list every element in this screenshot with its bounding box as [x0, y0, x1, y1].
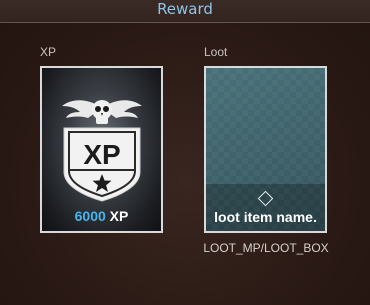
xp-reward-card[interactable]: XP 6000 XP [40, 66, 163, 233]
xp-amount: 6000 XP [42, 208, 161, 224]
skull-wings-star-shield-icon: XP [62, 100, 142, 202]
emblem-xp-text: XP [83, 139, 120, 170]
xp-amount-unit: XP [109, 208, 129, 224]
reward-header: Reward [0, 0, 370, 23]
loot-item-name: loot item name. [214, 209, 317, 225]
xp-section-label: XP [40, 45, 57, 59]
xp-amount-value: 6000 [74, 208, 106, 224]
loot-section-label: Loot [204, 45, 228, 59]
loot-reward-card[interactable]: loot item name. [204, 66, 327, 233]
reward-panel: Reward XP Loot XP 6000 XP loot item name… [0, 0, 370, 305]
loot-caption: LOOT_MP/LOOT_BOX [203, 241, 329, 255]
header-title: Reward [157, 0, 213, 18]
